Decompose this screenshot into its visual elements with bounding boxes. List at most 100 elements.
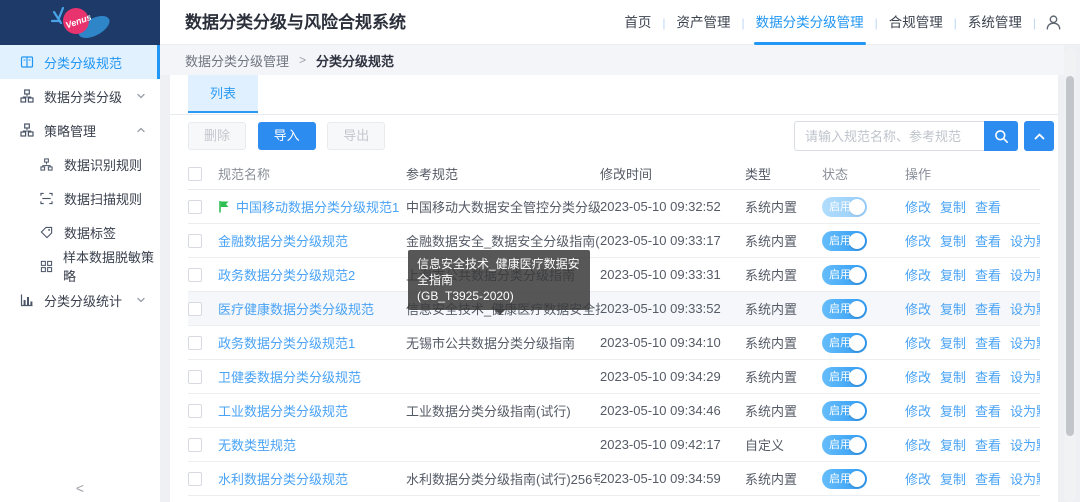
action-link-0[interactable]: 修改 [905, 234, 931, 249]
nav-item-1[interactable]: 资产管理 [671, 0, 737, 45]
specs-table: 规范名称参考规范修改时间类型状态操作中国移动数据分类分级规范1中国移动大数据安全… [170, 157, 1058, 496]
action-link-2[interactable]: 查看 [975, 370, 1001, 385]
delete-button[interactable]: 删除 [188, 122, 246, 150]
action-link-1[interactable]: 复制 [940, 234, 966, 249]
action-link-0[interactable]: 修改 [905, 268, 931, 283]
action-link-0[interactable]: 修改 [905, 370, 931, 385]
status-toggle[interactable]: 启用 [822, 367, 867, 387]
row-checkbox[interactable] [188, 234, 202, 248]
action-link-3[interactable]: 设为默认 [1010, 234, 1040, 249]
action-link-1[interactable]: 复制 [940, 404, 966, 419]
scrollbar-track[interactable] [1064, 48, 1076, 502]
row-checkbox[interactable] [188, 200, 202, 214]
spec-name-link[interactable]: 卫健委数据分类分级规范 [218, 367, 361, 386]
status-toggle[interactable]: 启用 [822, 435, 867, 455]
row-checkbox[interactable] [188, 404, 202, 418]
search-input[interactable] [794, 121, 984, 151]
action-link-0[interactable]: 修改 [905, 404, 931, 419]
collapse-filter-button[interactable] [1024, 121, 1054, 151]
action-link-2[interactable]: 查看 [975, 336, 1001, 351]
row-checkbox[interactable] [188, 472, 202, 486]
column-header-4: 状态 [822, 164, 905, 183]
action-link-3[interactable]: 设为默认 [1010, 302, 1040, 317]
action-link-0[interactable]: 修改 [905, 438, 931, 453]
action-link-0[interactable]: 修改 [905, 472, 931, 487]
spec-name-link[interactable]: 中国移动数据分类分级规范1 [236, 197, 399, 216]
action-link-3[interactable]: 设为默认 [1010, 268, 1040, 283]
type-text: 系统内置 [745, 401, 822, 420]
action-link-3[interactable]: 设为默认 [1010, 370, 1040, 385]
row-checkbox[interactable] [188, 370, 202, 384]
sidebar-item-1[interactable]: 数据分类分级 [0, 79, 160, 113]
status-toggle[interactable]: 启用 [822, 299, 867, 319]
action-link-1[interactable]: 复制 [940, 268, 966, 283]
action-link-0[interactable]: 修改 [905, 302, 931, 317]
action-link-3[interactable]: 设为默认 [1010, 472, 1040, 487]
import-button[interactable]: 导入 [258, 122, 316, 150]
action-link-2[interactable]: 查看 [975, 234, 1001, 249]
action-link-3[interactable]: 设为默认 [1010, 336, 1040, 351]
user-icon[interactable] [1041, 14, 1066, 31]
action-link-2[interactable]: 查看 [975, 438, 1001, 453]
action-link-2[interactable]: 查看 [975, 404, 1001, 419]
type-text: 系统内置 [745, 469, 822, 488]
nav-item-2[interactable]: 数据分类分级管理 [750, 0, 870, 45]
status-toggle[interactable]: 启用 [822, 265, 867, 285]
spec-name-link[interactable]: 医疗健康数据分类分级规范 [218, 299, 374, 318]
row-checkbox[interactable] [188, 167, 202, 181]
sidebar: 分类分级规范数据分类分级策略管理数据识别规则数据扫描规则数据标签样本数据脱敏策略… [0, 45, 160, 502]
row-checkbox[interactable] [188, 438, 202, 452]
action-link-1[interactable]: 复制 [940, 336, 966, 351]
nav-item-3[interactable]: 合规管理 [883, 0, 949, 45]
spec-name-link[interactable]: 水利数据分类分级规范 [218, 469, 348, 488]
ref-spec-text: 水利数据分类分级指南(试行)256号 [406, 469, 600, 488]
sidebar-item-label: 样本数据脱敏策略 [63, 247, 160, 285]
status-toggle-label: 启用 [829, 265, 851, 285]
sidebar-item-3[interactable]: 数据识别规则 [0, 147, 160, 181]
action-link-2[interactable]: 查看 [975, 200, 1001, 215]
action-link-1[interactable]: 复制 [940, 438, 966, 453]
sidebar-item-4[interactable]: 数据扫描规则 [0, 181, 160, 215]
sidebar-item-label: 数据分类分级 [44, 87, 122, 106]
action-link-0[interactable]: 修改 [905, 336, 931, 351]
spec-name-link[interactable]: 无数类型规范 [218, 435, 296, 454]
sidebar-item-2[interactable]: 策略管理 [0, 113, 160, 147]
action-link-1[interactable]: 复制 [940, 370, 966, 385]
nav-item-0[interactable]: 首页 [618, 0, 657, 45]
status-toggle[interactable]: 启用 [822, 333, 867, 353]
breadcrumb-parent[interactable]: 数据分类分级管理 [185, 51, 289, 70]
action-link-2[interactable]: 查看 [975, 302, 1001, 317]
sidebar-item-6[interactable]: 样本数据脱敏策略 [0, 249, 160, 283]
nav-item-4[interactable]: 系统管理 [962, 0, 1028, 45]
row-checkbox[interactable] [188, 336, 202, 350]
search-button[interactable] [984, 121, 1018, 151]
action-link-3[interactable]: 设为默认 [1010, 438, 1040, 453]
action-link-0[interactable]: 修改 [905, 200, 931, 215]
action-link-1[interactable]: 复制 [940, 472, 966, 487]
row-checkbox[interactable] [188, 302, 202, 316]
spec-name-link[interactable]: 工业数据分类分级规范 [218, 401, 348, 420]
action-link-2[interactable]: 查看 [975, 472, 1001, 487]
modified-time: 2023-05-10 09:34:29 [600, 369, 745, 384]
action-link-1[interactable]: 复制 [940, 302, 966, 317]
status-toggle[interactable]: 启用 [822, 231, 867, 251]
tab-list[interactable]: 列表 [188, 75, 258, 113]
sidebar-collapse-button[interactable]: < [0, 480, 160, 496]
action-link-3[interactable]: 设为默认 [1010, 404, 1040, 419]
spec-name-link[interactable]: 政务数据分类分级规范2 [218, 265, 355, 284]
status-toggle[interactable]: 启用 [822, 469, 867, 489]
status-toggle[interactable]: 启用 [822, 197, 867, 217]
export-button[interactable]: 导出 [327, 122, 385, 150]
action-link-1[interactable]: 复制 [940, 200, 966, 215]
action-link-2[interactable]: 查看 [975, 268, 1001, 283]
sidebar-item-0[interactable]: 分类分级规范 [0, 45, 160, 79]
sidebar-item-5[interactable]: 数据标签 [0, 215, 160, 249]
spec-name-link[interactable]: 金融数据分类分级规范 [218, 231, 348, 250]
spec-name-link[interactable]: 政务数据分类分级规范1 [218, 333, 355, 352]
sidebar-item-7[interactable]: 分类分级统计 [0, 283, 160, 317]
status-toggle[interactable]: 启用 [822, 401, 867, 421]
scrollbar-thumb[interactable] [1066, 76, 1074, 436]
page-title: 数据分类分级与风险合规系统 [185, 0, 406, 45]
row-checkbox[interactable] [188, 268, 202, 282]
type-text: 系统内置 [745, 367, 822, 386]
